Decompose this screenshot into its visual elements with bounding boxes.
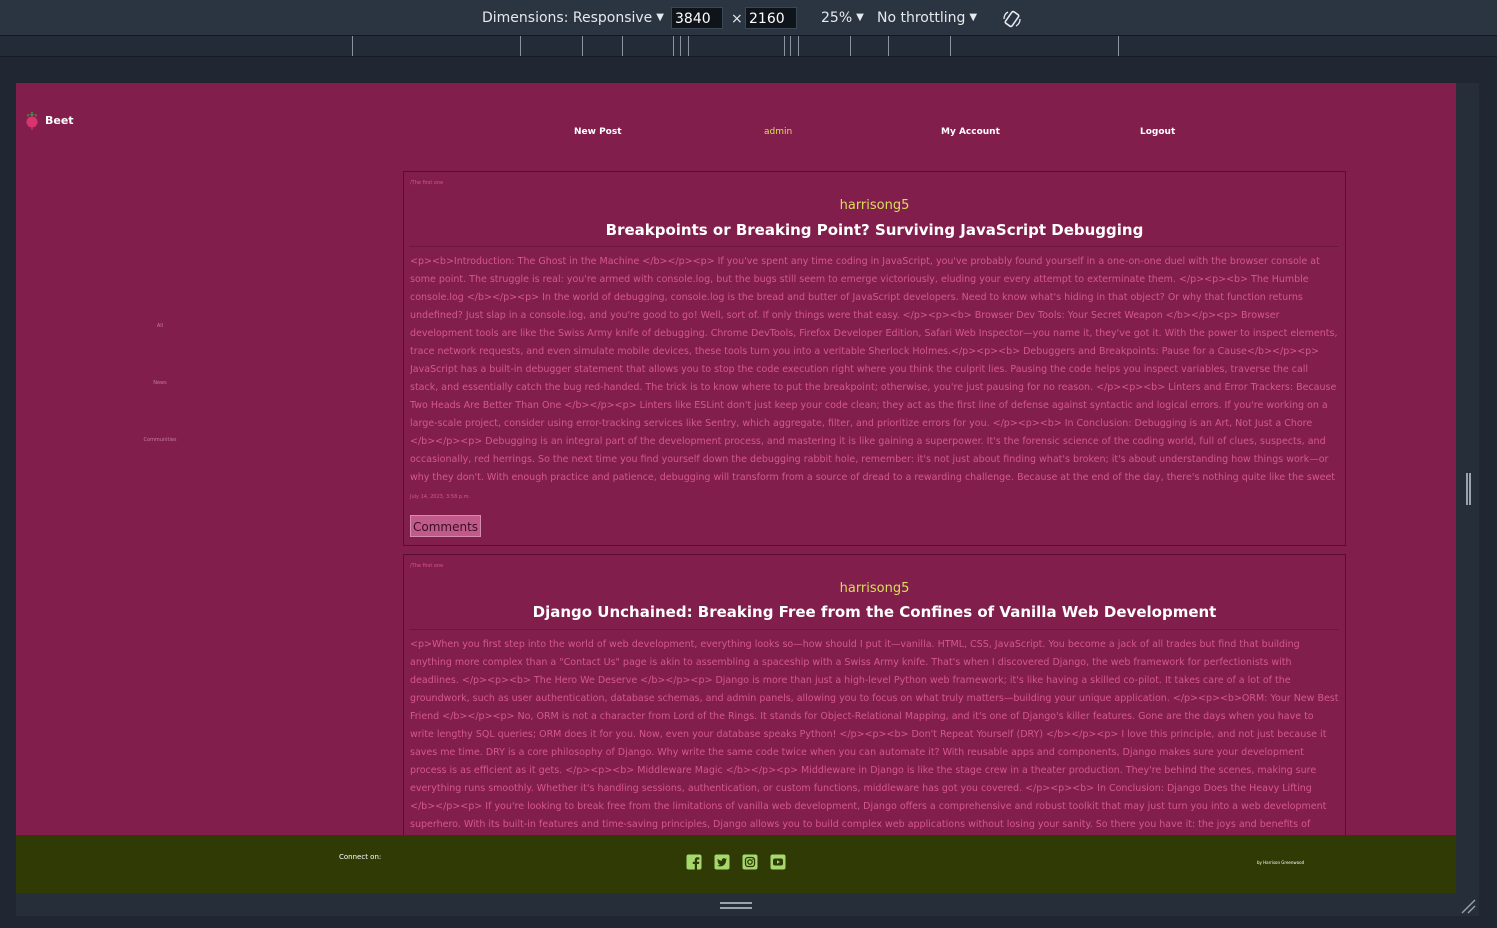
youtube-icon[interactable] bbox=[770, 854, 786, 870]
comments-button[interactable]: Comments bbox=[410, 515, 482, 537]
width-input[interactable]: 3840 bbox=[671, 7, 723, 29]
resize-corner-icon[interactable] bbox=[1460, 898, 1476, 914]
caret-down-icon: ▼ bbox=[969, 12, 978, 23]
media-query-ruler bbox=[0, 36, 1497, 57]
instagram-icon[interactable] bbox=[742, 854, 758, 870]
nav-new-post-link[interactable]: New Post bbox=[574, 127, 622, 137]
ruler-tick bbox=[673, 36, 674, 56]
ruler-tick bbox=[798, 36, 799, 56]
post-community-link[interactable]: /The first one bbox=[410, 563, 443, 569]
ruler-tick bbox=[622, 36, 623, 56]
nav-my-account-link[interactable]: My Account bbox=[941, 127, 1000, 137]
ruler-tick bbox=[680, 36, 681, 56]
post-author[interactable]: harrisong5 bbox=[404, 581, 1345, 596]
dimensions-dropdown[interactable]: Dimensions: Responsive ▼ bbox=[482, 9, 664, 29]
sidebar-item-all[interactable]: All bbox=[100, 323, 220, 329]
ruler-tick bbox=[784, 36, 785, 56]
page-viewport: Beet New Post admin My Account Logout Al… bbox=[16, 83, 1456, 916]
ruler-tick bbox=[790, 36, 791, 56]
nav-logout-link[interactable]: Logout bbox=[1140, 127, 1175, 137]
post-body: <p>When you first step into the world of… bbox=[410, 639, 1339, 848]
post-community-link[interactable]: /The first one bbox=[410, 180, 443, 186]
post-author[interactable]: harrisong5 bbox=[404, 198, 1345, 213]
beet-icon bbox=[26, 112, 38, 130]
brand-name: Beet bbox=[45, 113, 74, 127]
ruler-tick bbox=[850, 36, 851, 56]
zoom-dropdown[interactable]: 25% ▼ bbox=[821, 9, 864, 29]
post-divider bbox=[410, 629, 1339, 630]
devtools-device-toolbar: Dimensions: Responsive ▼ 3840 × 2160 25% ▼… bbox=[0, 0, 1497, 36]
ruler-tick bbox=[520, 36, 521, 56]
ruler-tick bbox=[582, 36, 583, 56]
ruler-tick bbox=[688, 36, 689, 56]
sidebar-item-news[interactable]: News bbox=[100, 380, 220, 386]
site-footer: Connect on: by Harrison Greenwood bbox=[16, 835, 1456, 893]
resize-handle-right[interactable] bbox=[1466, 473, 1471, 505]
height-input[interactable]: 2160 bbox=[745, 7, 797, 29]
sidebar-item-communities[interactable]: Communities bbox=[100, 437, 220, 443]
caret-down-icon: ▼ bbox=[856, 12, 864, 23]
ruler-tick bbox=[888, 36, 889, 56]
ruler-tick bbox=[950, 36, 951, 56]
post-title[interactable]: Django Unchained: Breaking Free from the… bbox=[404, 603, 1345, 621]
caret-down-icon: ▼ bbox=[656, 12, 664, 23]
nav-admin-link[interactable]: admin bbox=[764, 127, 792, 137]
times-sign: × bbox=[731, 11, 743, 27]
facebook-icon[interactable] bbox=[686, 854, 702, 870]
rotate-icon[interactable] bbox=[1002, 9, 1022, 29]
post-card: /The first one harrisong5 Breakpoints or… bbox=[403, 171, 1346, 546]
connect-label: Connect on: bbox=[339, 853, 382, 861]
resize-handle-bottom[interactable] bbox=[720, 902, 752, 909]
twitter-icon[interactable] bbox=[714, 854, 730, 870]
post-title[interactable]: Breakpoints or Breaking Point? Surviving… bbox=[404, 221, 1345, 239]
throttling-dropdown[interactable]: No throttling ▼ bbox=[877, 9, 977, 29]
ruler-tick bbox=[1118, 36, 1119, 56]
ruler-tick bbox=[352, 36, 353, 56]
post-divider bbox=[410, 246, 1339, 247]
post-date: July 14, 2023, 3:58 p.m. bbox=[410, 494, 471, 500]
brand-logo-link[interactable]: Beet bbox=[25, 110, 74, 130]
post-body: <p><b>Introduction: The Ghost in the Mac… bbox=[410, 256, 1338, 483]
post-card: /The first one harrisong5 Django Unchain… bbox=[403, 554, 1346, 854]
footer-credit: by Harrison Greenwood bbox=[1257, 860, 1305, 865]
